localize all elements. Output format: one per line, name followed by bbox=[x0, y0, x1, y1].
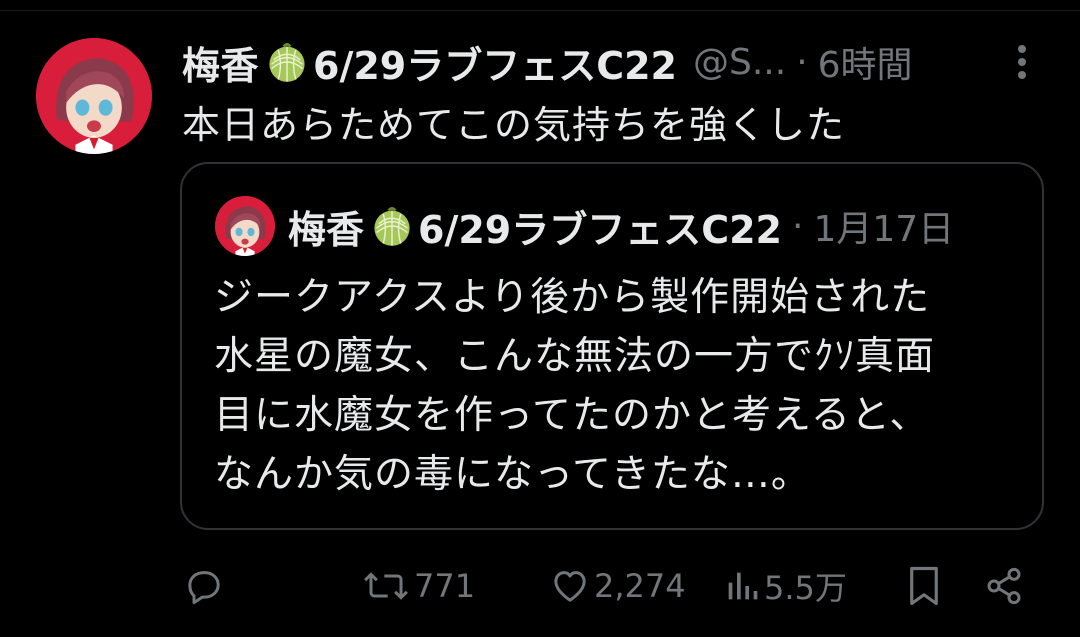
avatar[interactable] bbox=[36, 38, 152, 154]
avatar-image bbox=[36, 38, 152, 154]
tweet-text: 本日あらためてこの気持ちを強くした bbox=[182, 103, 846, 147]
quoted-tweet-header: 梅香 6/29ラブフェスC22 · 1月17日 bbox=[288, 198, 954, 254]
retweet-button[interactable]: 771 bbox=[362, 556, 475, 616]
retweet-icon bbox=[364, 572, 408, 600]
share-icon bbox=[987, 567, 1021, 605]
divider bbox=[0, 0, 1080, 11]
timestamp[interactable]: 6時間 bbox=[818, 36, 913, 88]
quoted-display-name[interactable]: 梅香 bbox=[288, 199, 364, 254]
bookmark-icon bbox=[910, 566, 938, 606]
views-icon bbox=[728, 572, 758, 600]
tweet[interactable]: 梅香 6/29ラブフェスC22 @S... · 6時間 本日あらためてこの気持ち… bbox=[0, 0, 1080, 637]
reply-icon bbox=[188, 571, 220, 605]
quoted-text-line: ジークアクスより後から製作開始された bbox=[214, 275, 931, 320]
quoted-text-line: 水星の魔女、こんな無法の一方でｸｿ真面 bbox=[214, 334, 936, 379]
quoted-tweet-text: ジークアクスより後から製作開始された 水星の魔女、こんな無法の一方でｸｿ真面 目… bbox=[214, 268, 1014, 504]
display-name[interactable]: 梅香 bbox=[182, 35, 259, 90]
melon-icon bbox=[370, 204, 414, 248]
quoted-text-line: なんか気の毒になってきたな…。 bbox=[214, 452, 811, 497]
display-name-suffix[interactable]: 6/29ラブフェスC22 bbox=[313, 35, 677, 90]
quoted-text-line: 目に水魔女を作ってたのかと考えると、 bbox=[214, 393, 930, 438]
reply-button[interactable] bbox=[184, 556, 224, 616]
quoted-avatar-image bbox=[215, 196, 275, 256]
action-bar: 771 2,274 5.5万 bbox=[0, 556, 1080, 616]
quoted-avatar[interactable] bbox=[215, 196, 275, 256]
bookmark-button[interactable] bbox=[906, 556, 942, 616]
views-count: 5.5万 bbox=[764, 569, 847, 607]
share-button[interactable] bbox=[984, 556, 1024, 616]
melon-icon bbox=[265, 40, 309, 84]
more-options-icon[interactable] bbox=[1008, 42, 1036, 82]
heart-icon bbox=[554, 571, 586, 602]
retweet-count: 771 bbox=[414, 567, 476, 605]
tweet-header: 梅香 6/29ラブフェスC22 @S... · 6時間 bbox=[182, 36, 913, 88]
views-button[interactable]: 5.5万 bbox=[724, 556, 847, 616]
quoted-display-name-suffix[interactable]: 6/29ラブフェスC22 bbox=[418, 199, 782, 254]
like-count: 2,274 bbox=[594, 567, 686, 605]
separator-dot: · bbox=[792, 205, 804, 247]
separator-dot: · bbox=[796, 41, 808, 83]
quoted-timestamp[interactable]: 1月17日 bbox=[813, 200, 954, 252]
like-button[interactable]: 2,274 bbox=[550, 556, 686, 616]
handle[interactable]: @S... bbox=[693, 42, 786, 83]
